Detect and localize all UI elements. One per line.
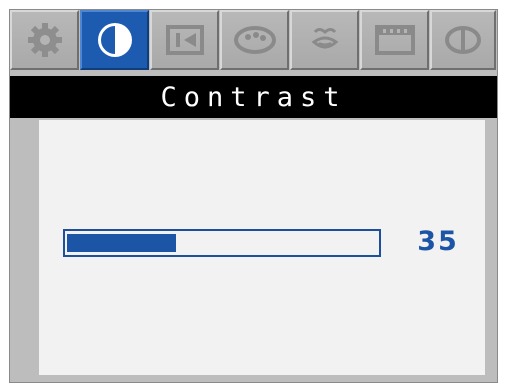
menu-tab-bar bbox=[10, 10, 497, 74]
tab-display[interactable] bbox=[360, 10, 429, 70]
color-palette-icon bbox=[232, 23, 278, 57]
contrast-slider[interactable] bbox=[63, 229, 381, 257]
face-icon bbox=[305, 22, 345, 58]
position-icon bbox=[163, 22, 207, 58]
contrast-value: 35 bbox=[417, 226, 459, 257]
contrast-icon bbox=[94, 19, 136, 61]
page-title: Contrast bbox=[10, 76, 497, 118]
tab-information[interactable] bbox=[430, 10, 496, 70]
osd-window: Contrast 35 bbox=[9, 9, 498, 383]
contrast-panel: 35 bbox=[39, 120, 485, 375]
tab-image-mode[interactable] bbox=[290, 10, 359, 70]
contrast-slider-fill bbox=[67, 234, 176, 252]
tab-position[interactable] bbox=[150, 10, 219, 70]
gear-icon bbox=[25, 20, 65, 60]
tab-settings[interactable] bbox=[10, 10, 79, 70]
tab-contrast[interactable] bbox=[80, 10, 149, 70]
info-icon bbox=[442, 22, 484, 58]
display-panel-icon bbox=[373, 22, 417, 58]
tab-color[interactable] bbox=[220, 10, 289, 70]
